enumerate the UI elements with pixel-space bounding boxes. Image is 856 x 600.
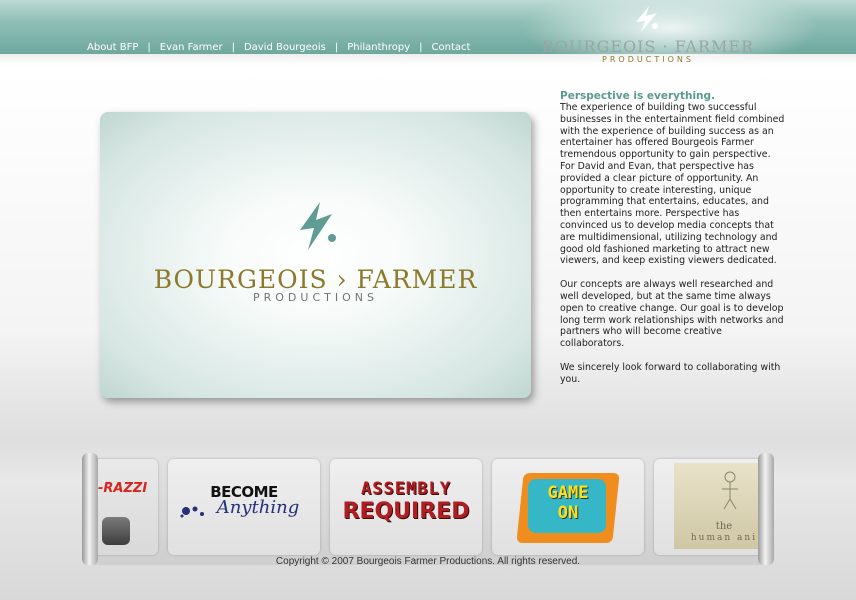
thumb-the-label: the xyxy=(715,521,733,532)
intro-paragraph-2: Our concepts are always well researched … xyxy=(560,279,784,350)
nav-separator: | xyxy=(147,41,151,53)
paint-splatter-icon xyxy=(180,506,204,518)
thumb-human-label: human ani xyxy=(690,533,758,543)
carousel-scroll-right[interactable] xyxy=(758,453,774,565)
thumb-game-label: GAME xyxy=(547,483,589,503)
nav-contact[interactable]: Contact xyxy=(432,42,471,53)
figure-sketch-icon xyxy=(722,471,738,510)
nav-separator: | xyxy=(419,41,423,53)
intro-paragraph-1: The experience of building two successfu… xyxy=(560,102,785,267)
thumb-required-label: REQUIRED xyxy=(342,499,470,524)
top-nav: About BFP | Evan Farmer | David Bourgeoi… xyxy=(87,40,470,54)
thumb-become-anything[interactable]: BECOME Anything xyxy=(168,459,320,555)
nav-separator: | xyxy=(231,41,235,53)
copyright-text: Copyright © 2007 Bourgeois Farmer Produc… xyxy=(275,556,581,567)
hero-logo-card: BOURGEOIS › FARMER PRODUCTIONS xyxy=(100,112,531,398)
intro-text: Perspective is everything. The experienc… xyxy=(560,90,786,398)
thumb-game-on[interactable]: GAME ON xyxy=(492,459,644,555)
logo-productions: PRODUCTIONS xyxy=(602,55,694,64)
thumb-assembly-required[interactable]: ASSEMBLY REQUIRED xyxy=(330,459,482,555)
thumb-razzi-label: -RAZZI xyxy=(98,481,148,496)
hero-swoosh-icon xyxy=(300,202,336,250)
thumb-on-label: ON xyxy=(557,503,579,523)
carousel-strip: -RAZZI BECOME Anything ASSEMBLY REQUIRED… xyxy=(98,457,758,561)
nav-separator: | xyxy=(334,41,339,53)
nav-david-bourgeois[interactable]: David Bourgeois xyxy=(244,42,326,53)
nav-philanthropy[interactable]: Philanthropy xyxy=(347,42,410,53)
thumb-assembly-label: ASSEMBLY xyxy=(361,479,451,499)
show-carousel: -RAZZI BECOME Anything ASSEMBLY REQUIRED… xyxy=(82,453,774,565)
intro-heading: Perspective is everything. xyxy=(560,90,716,102)
nav-evan-farmer[interactable]: Evan Farmer xyxy=(160,42,223,53)
razzi-camera-icon xyxy=(102,517,130,545)
intro-paragraph-3: We sincerely look forward to collaborati… xyxy=(560,361,781,385)
hero-company-name: BOURGEOIS › FARMER xyxy=(153,265,478,294)
hero-productions: PRODUCTIONS xyxy=(253,291,378,304)
logo-swoosh-icon[interactable] xyxy=(633,4,661,34)
carousel-scroll-left[interactable] xyxy=(82,453,98,565)
nav-about-bfp[interactable]: About BFP xyxy=(87,42,138,53)
thumb-razzi[interactable]: -RAZZI xyxy=(98,459,158,555)
thumb-human-animal[interactable]: the human ani xyxy=(654,459,758,555)
logo-company-name[interactable]: BOURGEOIS · FARMER xyxy=(532,37,764,56)
